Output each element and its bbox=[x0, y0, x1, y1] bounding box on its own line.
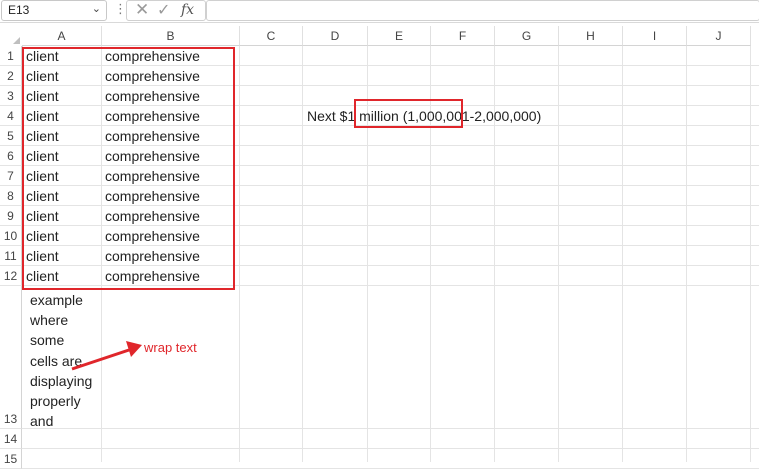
spreadsheet-grid[interactable]: ABCDEFGHIJ 1 2 3 4 5 6 7 8 9 10 11 12 13 14 15 client c… bbox=[0, 26, 759, 469]
arrow-icon bbox=[71, 341, 142, 371]
formula-input[interactable] bbox=[206, 0, 759, 21]
annotation-wrap-text: wrap text bbox=[144, 340, 197, 355]
chevron-down-icon[interactable]: ⌄ bbox=[92, 2, 101, 15]
name-box-value: E13 bbox=[8, 3, 30, 17]
formula-buttons: ✕ ✓ fx bbox=[126, 0, 206, 21]
name-box[interactable]: E13 ⌄ bbox=[1, 0, 107, 21]
cancel-icon[interactable]: ✕ bbox=[135, 0, 149, 20]
formula-bar: E13 ⌄ ⋮ ✕ ✓ fx bbox=[0, 0, 759, 23]
insert-function-icon[interactable]: fx bbox=[181, 2, 194, 18]
enter-icon[interactable]: ✓ bbox=[157, 0, 170, 20]
